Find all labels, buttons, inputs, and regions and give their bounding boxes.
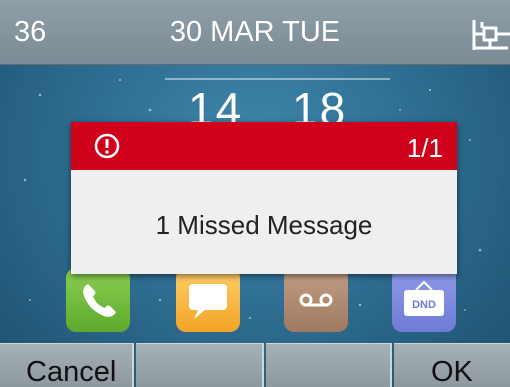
dnd-icon: DND [404, 280, 444, 316]
popup-message: 1 Missed Message [155, 210, 373, 240]
popup-body: 1 Missed Message [71, 170, 457, 274]
dnd-label: DND [412, 299, 436, 311]
voicemail-app[interactable] [284, 268, 348, 332]
softkey-2[interactable] [136, 343, 264, 387]
alert-icon [94, 133, 120, 159]
ok-softkey[interactable]: OK [394, 343, 510, 387]
dnd-app[interactable]: DND [392, 268, 456, 332]
cancel-softkey[interactable]: Cancel [0, 343, 134, 387]
ok-label: OK [431, 356, 473, 387]
softkey-bar: Cancel OK [0, 343, 510, 387]
popup-header: 1/1 [71, 122, 457, 170]
status-bar: 36 30 MAR TUE [0, 0, 510, 65]
missed-message-popup[interactable]: 1/1 1 Missed Message [71, 122, 457, 274]
messages-app[interactable] [176, 268, 240, 332]
message-icon [189, 284, 227, 319]
popup-counter: 1/1 [406, 133, 443, 163]
softkey-3[interactable] [266, 343, 392, 387]
phone-screen: 36 30 MAR TUE 14 18 DND 1/1 1 Missed Mes… [0, 0, 510, 387]
phone-icon [83, 284, 116, 317]
clock-divider [165, 78, 390, 80]
cancel-label: Cancel [26, 356, 117, 387]
phone-app[interactable] [66, 268, 130, 332]
network-icon [472, 20, 510, 50]
voicemail-icon [299, 293, 333, 307]
date-display: 30 MAR TUE [169, 16, 341, 48]
